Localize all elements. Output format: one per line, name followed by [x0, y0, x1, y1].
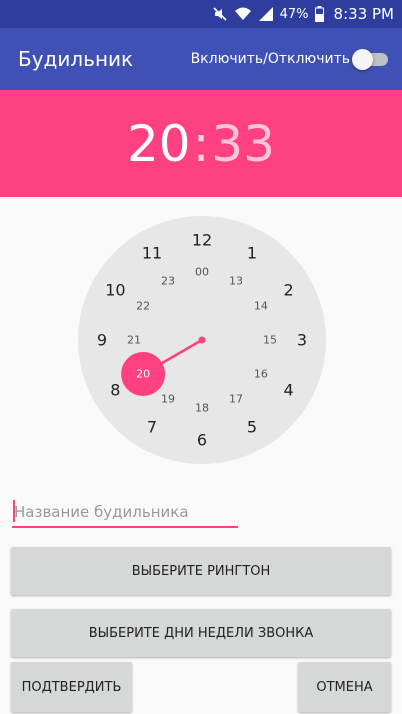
hour-option-16[interactable]: 16 [254, 368, 268, 381]
text-cursor [13, 500, 15, 522]
hour-option-13[interactable]: 13 [229, 275, 243, 288]
battery-level: 47% [279, 6, 309, 22]
hour-option-15[interactable]: 15 [263, 334, 277, 347]
signal-icon [258, 6, 274, 22]
mute-icon [212, 6, 228, 22]
clock-hand [121, 336, 206, 396]
hour-option-4[interactable]: 4 [284, 381, 294, 400]
hour-option-19[interactable]: 19 [161, 392, 175, 405]
hour-option-22[interactable]: 22 [136, 300, 150, 313]
toggle-label: Включить/Отключить [190, 51, 350, 67]
alarm-toggle-switch[interactable] [352, 49, 390, 70]
time-display: 20 : 33 [0, 90, 402, 197]
hour-option-00[interactable]: 00 [195, 266, 209, 279]
app-title: Будильник [18, 47, 134, 71]
hour-option-18[interactable]: 18 [195, 402, 209, 415]
hour-option-21[interactable]: 21 [127, 334, 141, 347]
clock-dial[interactable]: 12 1 2 3 4 5 6 7 8 9 10 11 00 13 14 15 16 17 18 19 20 21 22 23 [78, 216, 326, 464]
hour-option-20[interactable]: 20 [136, 368, 150, 381]
hour-option-9[interactable]: 9 [97, 331, 107, 350]
select-ringtone-button[interactable]: ВЫБЕРИТЕ РИНГТОН [11, 547, 391, 595]
hour-option-2[interactable]: 2 [284, 281, 294, 300]
hour-option-10[interactable]: 10 [105, 281, 125, 300]
hour-option-17[interactable]: 17 [229, 392, 243, 405]
hour-option-8[interactable]: 8 [110, 381, 120, 400]
status-bar: 47% 8:33 PM [0, 0, 402, 28]
hour-option-3[interactable]: 3 [297, 331, 307, 350]
time-separator: : [192, 114, 210, 173]
switch-thumb [352, 49, 373, 70]
cancel-button[interactable]: ОТМЕНА [298, 662, 391, 712]
hour-option-14[interactable]: 14 [254, 300, 268, 313]
hour-option-7[interactable]: 7 [147, 417, 157, 436]
hour-option-12[interactable]: 12 [192, 231, 212, 250]
status-time: 8:33 PM [333, 5, 394, 23]
minute-display[interactable]: 33 [211, 115, 275, 173]
wifi-icon [234, 6, 252, 22]
battery-icon [314, 6, 324, 22]
hour-option-23[interactable]: 23 [161, 275, 175, 288]
confirm-button[interactable]: ПОДТВЕРДИТЬ [11, 662, 132, 712]
select-days-button[interactable]: ВЫБЕРИТЕ ДНИ НЕДЕЛИ ЗВОНКА [11, 609, 391, 657]
hour-option-5[interactable]: 5 [247, 417, 257, 436]
alarm-name-input[interactable] [12, 498, 238, 528]
hour-option-1[interactable]: 1 [247, 244, 257, 263]
app-bar: Будильник Включить/Отключить [0, 28, 402, 90]
hour-display[interactable]: 20 [127, 115, 191, 173]
hour-option-11[interactable]: 11 [142, 244, 162, 263]
hour-option-6[interactable]: 6 [197, 431, 207, 450]
